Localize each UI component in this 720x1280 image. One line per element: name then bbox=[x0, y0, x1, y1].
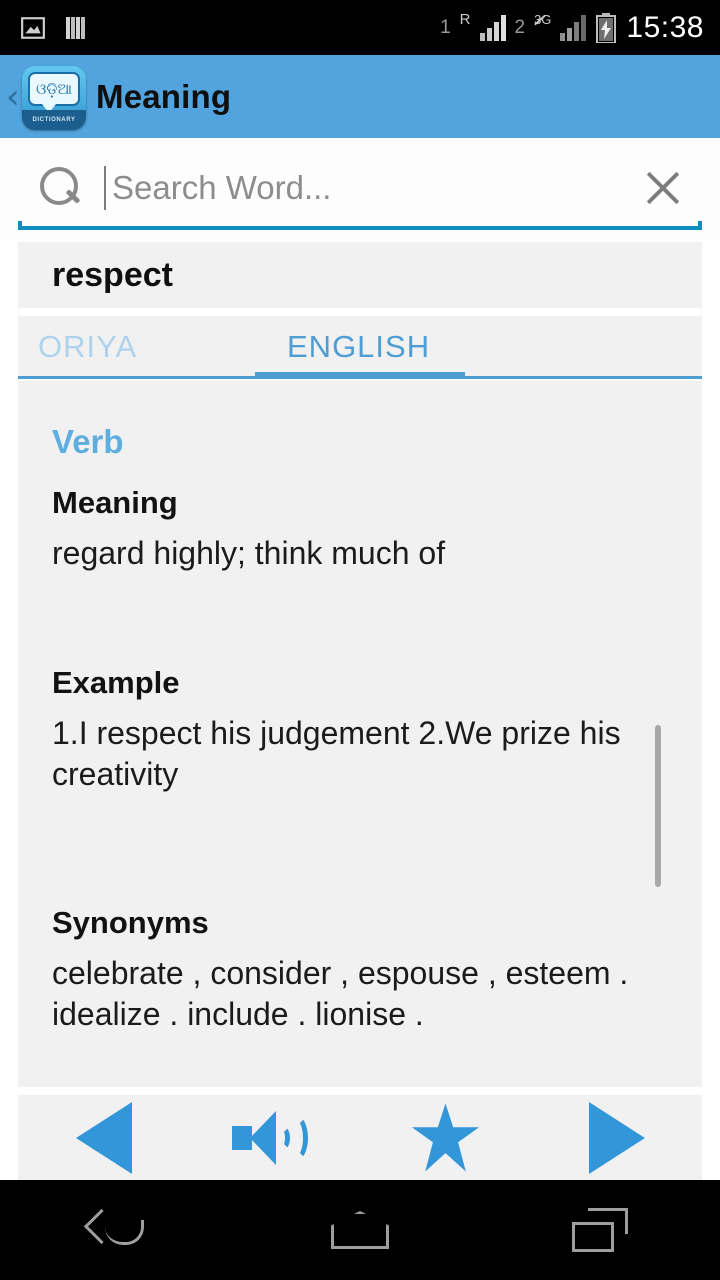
triangle-left-icon bbox=[75, 1101, 132, 1174]
pronounce-button[interactable] bbox=[220, 1103, 330, 1173]
status-bar-left-icons bbox=[0, 15, 88, 41]
text-cursor bbox=[104, 166, 106, 210]
tab-oriya-label: ORIYA bbox=[38, 329, 138, 364]
android-home-button[interactable] bbox=[285, 1195, 435, 1265]
search-input[interactable]: Search Word... bbox=[112, 169, 636, 207]
tab-english[interactable]: ENGLISH bbox=[255, 316, 465, 378]
vertical-scrollbar[interactable] bbox=[655, 725, 661, 887]
section-meaning: Meaning regard highly; think much of bbox=[52, 485, 652, 574]
search-underline bbox=[18, 221, 702, 230]
sim1-signal-icon bbox=[479, 14, 506, 41]
status-bar: 1 R 2 3G 15:38 bbox=[0, 0, 720, 55]
search-icon bbox=[36, 165, 82, 211]
logo-band: DICTIONARY bbox=[22, 110, 86, 130]
triangle-right-icon bbox=[588, 1101, 645, 1174]
clear-icon[interactable] bbox=[636, 162, 688, 214]
action-bar bbox=[18, 1095, 702, 1180]
section-synonyms: Synonyms celebrate , consider , espouse … bbox=[52, 905, 652, 1035]
app-bar: ‹ ଓଡ଼ିଆ DICTIONARY Meaning bbox=[0, 55, 720, 138]
section-synonyms-body: celebrate , consider , espouse , esteem … bbox=[52, 955, 629, 1032]
section-example-body: 1.I respect his judgement 2.We prize his… bbox=[52, 715, 621, 792]
tab-oriya[interactable]: ORIYA bbox=[18, 316, 255, 378]
definition-panel[interactable]: Verb Meaning regard highly; think much o… bbox=[18, 381, 702, 1087]
section-example: Example 1.I respect his judgement 2.We p… bbox=[52, 665, 652, 795]
battery-charging-icon bbox=[596, 12, 617, 43]
section-meaning-body: regard highly; think much of bbox=[52, 535, 446, 571]
previous-word-button[interactable] bbox=[49, 1101, 159, 1174]
logo-band-label: DICTIONARY bbox=[32, 117, 76, 123]
clock: 15:38 bbox=[626, 10, 704, 44]
android-recents-button[interactable] bbox=[525, 1195, 675, 1265]
sim2-number: 2 bbox=[514, 16, 526, 38]
status-bar-right-icons: 1 R 2 3G 15:38 bbox=[440, 11, 720, 45]
tab-english-label: ENGLISH bbox=[287, 329, 431, 364]
language-tabs: ORIYA ENGLISH bbox=[18, 316, 702, 378]
speech-bubble-icon: ଓଡ଼ିଆ bbox=[28, 72, 80, 113]
current-word-row: respect bbox=[18, 242, 702, 308]
page-title: Meaning bbox=[96, 77, 232, 115]
android-back-button[interactable] bbox=[45, 1195, 195, 1265]
back-arrow-icon bbox=[87, 1206, 153, 1254]
star-icon bbox=[411, 1103, 480, 1172]
sim2-network-label: 3G bbox=[534, 12, 552, 27]
android-nav-bar bbox=[0, 1180, 720, 1280]
app-logo: ଓଡ଼ିଆ DICTIONARY bbox=[22, 66, 86, 130]
section-example-heading: Example bbox=[52, 665, 180, 700]
section-meaning-heading: Meaning bbox=[52, 485, 178, 520]
bars-icon bbox=[66, 16, 85, 39]
search-row[interactable]: Search Word... bbox=[18, 152, 702, 224]
recents-icon bbox=[572, 1208, 628, 1252]
home-icon bbox=[331, 1211, 389, 1249]
part-of-speech: Verb bbox=[52, 423, 124, 460]
app-screen: 1 R 2 3G 15:38 ‹ ଓଡ଼ିଆ DICTIONARY Meanin… bbox=[0, 0, 720, 1280]
section-synonyms-heading: Synonyms bbox=[52, 905, 209, 940]
image-icon bbox=[21, 16, 45, 39]
sim1-number: 1 bbox=[440, 16, 451, 38]
speaker-icon bbox=[231, 1107, 318, 1169]
search-bar: Search Word... bbox=[0, 138, 720, 240]
next-word-button[interactable] bbox=[562, 1101, 672, 1174]
sim2-signal-icon bbox=[560, 14, 587, 41]
favorite-button[interactable] bbox=[391, 1103, 501, 1173]
tab-active-indicator bbox=[255, 372, 465, 379]
current-word: respect bbox=[52, 255, 173, 294]
sim1-network-label: R bbox=[459, 11, 471, 28]
